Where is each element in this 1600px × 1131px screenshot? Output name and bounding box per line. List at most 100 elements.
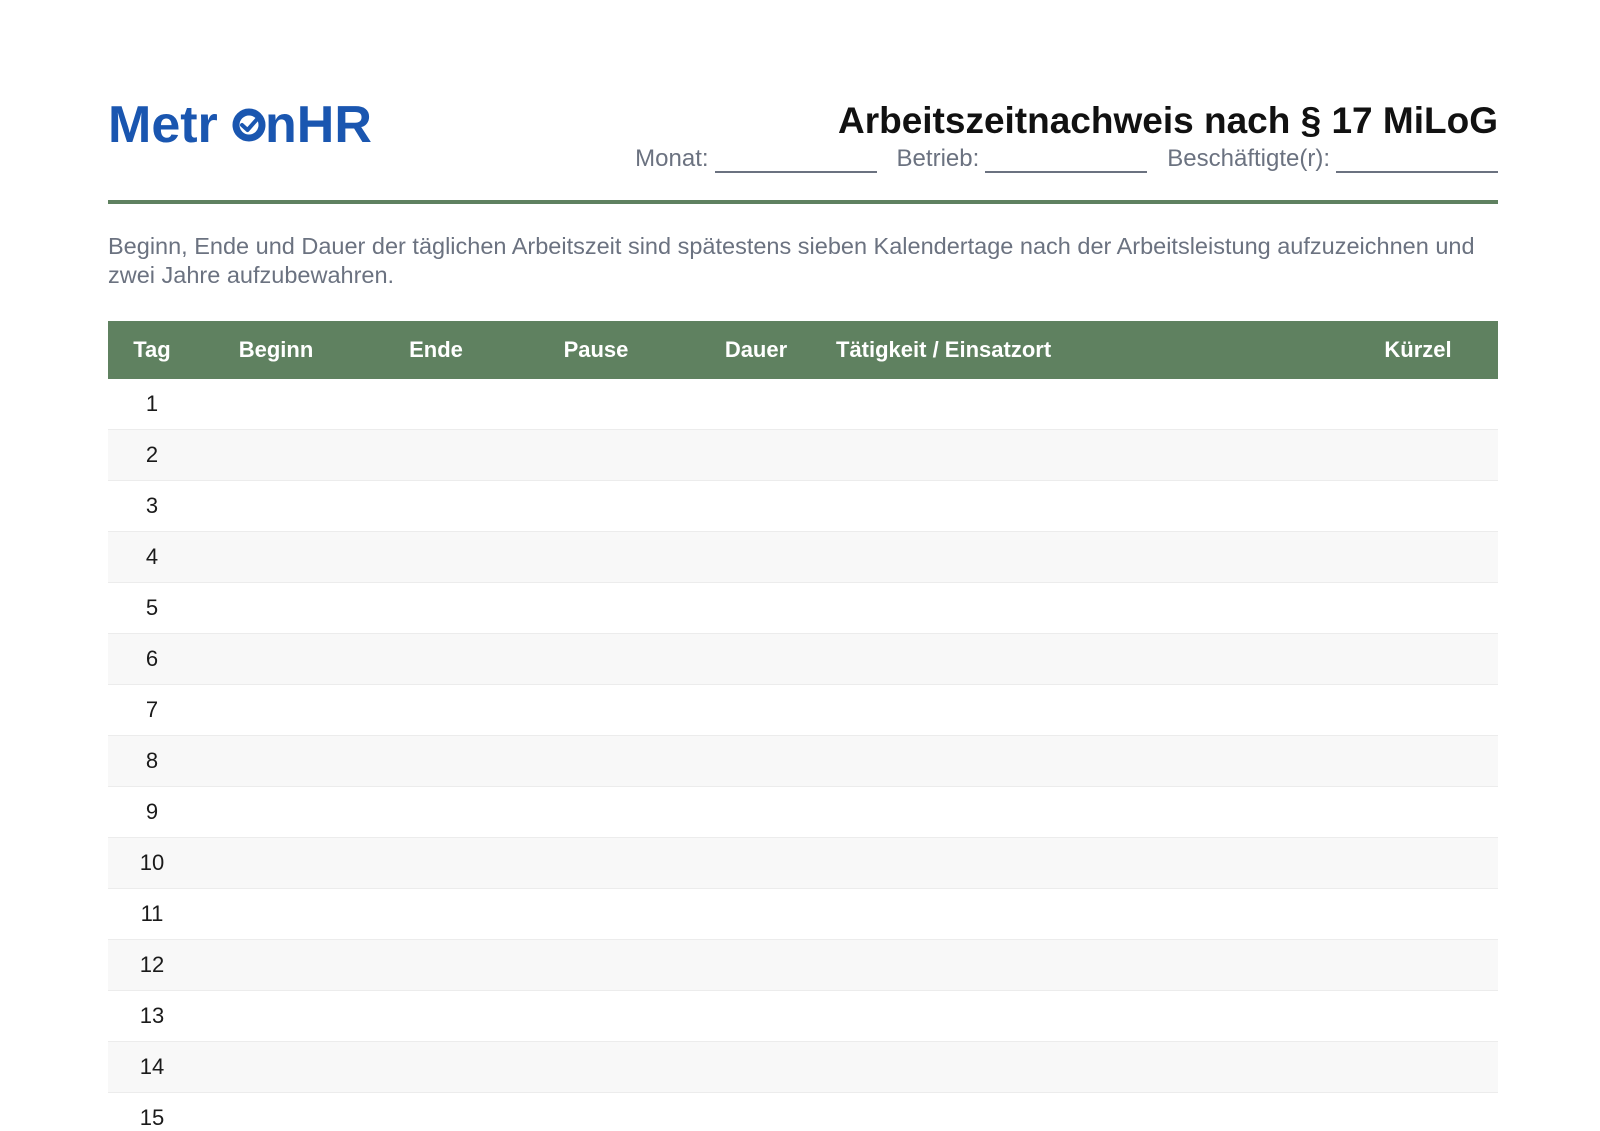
duration-cell[interactable] — [676, 583, 836, 633]
break-cell[interactable] — [516, 685, 676, 735]
break-cell[interactable] — [516, 634, 676, 684]
activity-location-cell[interactable] — [836, 787, 1338, 837]
initials-cell[interactable] — [1338, 991, 1498, 1041]
initials-cell[interactable] — [1338, 685, 1498, 735]
initials-cell[interactable] — [1338, 634, 1498, 684]
duration-cell[interactable] — [676, 838, 836, 888]
activity-location-cell[interactable] — [836, 1093, 1338, 1131]
month-label: Monat: — [635, 145, 709, 172]
clock-check-o-icon — [232, 108, 266, 142]
break-cell[interactable] — [516, 838, 676, 888]
activity-location-cell[interactable] — [836, 532, 1338, 582]
break-cell[interactable] — [516, 889, 676, 939]
activity-location-cell[interactable] — [836, 1042, 1338, 1092]
activity-location-cell[interactable] — [836, 481, 1338, 531]
end-time-cell[interactable] — [356, 838, 516, 888]
timesheet-page: Metr nHR Arbeitszeitnachweis nach § 17 M… — [108, 0, 1498, 1131]
initials-cell[interactable] — [1338, 940, 1498, 990]
break-cell[interactable] — [516, 532, 676, 582]
duration-cell[interactable] — [676, 736, 836, 786]
duration-cell[interactable] — [676, 1042, 836, 1092]
day-cell: 4 — [145, 544, 159, 569]
break-cell[interactable] — [516, 379, 676, 429]
activity-location-cell[interactable] — [836, 736, 1338, 786]
activity-location-cell[interactable] — [836, 583, 1338, 633]
start-time-cell[interactable] — [196, 889, 356, 939]
break-cell[interactable] — [516, 787, 676, 837]
duration-cell[interactable] — [676, 1093, 836, 1131]
break-cell[interactable] — [516, 481, 676, 531]
employee-field: Beschäftigte(r): — [1167, 145, 1498, 173]
start-time-cell[interactable] — [196, 379, 356, 429]
end-time-cell[interactable] — [356, 379, 516, 429]
break-cell[interactable] — [516, 736, 676, 786]
initials-cell[interactable] — [1338, 838, 1498, 888]
break-cell[interactable] — [516, 430, 676, 480]
end-time-cell[interactable] — [356, 430, 516, 480]
initials-cell[interactable] — [1338, 532, 1498, 582]
duration-cell[interactable] — [676, 940, 836, 990]
activity-location-cell[interactable] — [836, 634, 1338, 684]
break-cell[interactable] — [516, 1093, 676, 1131]
initials-cell[interactable] — [1338, 787, 1498, 837]
activity-location-cell[interactable] — [836, 379, 1338, 429]
end-time-cell[interactable] — [356, 1042, 516, 1092]
initials-cell[interactable] — [1338, 736, 1498, 786]
initials-cell[interactable] — [1338, 430, 1498, 480]
start-time-cell[interactable] — [196, 787, 356, 837]
activity-location-cell[interactable] — [836, 430, 1338, 480]
activity-location-cell[interactable] — [836, 991, 1338, 1041]
start-time-cell[interactable] — [196, 838, 356, 888]
duration-cell[interactable] — [676, 991, 836, 1041]
duration-cell[interactable] — [676, 430, 836, 480]
duration-cell[interactable] — [676, 379, 836, 429]
end-time-cell[interactable] — [356, 991, 516, 1041]
duration-cell[interactable] — [676, 481, 836, 531]
end-time-cell[interactable] — [356, 940, 516, 990]
activity-location-cell[interactable] — [836, 838, 1338, 888]
start-time-cell[interactable] — [196, 991, 356, 1041]
initials-cell[interactable] — [1338, 481, 1498, 531]
start-time-cell[interactable] — [196, 583, 356, 633]
activity-location-cell[interactable] — [836, 685, 1338, 735]
initials-cell[interactable] — [1338, 583, 1498, 633]
start-time-cell[interactable] — [196, 685, 356, 735]
start-time-cell[interactable] — [196, 634, 356, 684]
start-time-cell[interactable] — [196, 532, 356, 582]
table-header: Tag Beginn Ende Pause Dauer Tätigkeit / … — [108, 321, 1498, 379]
start-time-cell[interactable] — [196, 736, 356, 786]
duration-cell[interactable] — [676, 532, 836, 582]
break-cell[interactable] — [516, 991, 676, 1041]
employee-blank-line[interactable] — [1336, 145, 1498, 173]
end-time-cell[interactable] — [356, 583, 516, 633]
end-time-cell[interactable] — [356, 685, 516, 735]
break-cell[interactable] — [516, 583, 676, 633]
end-time-cell[interactable] — [356, 532, 516, 582]
break-cell[interactable] — [516, 940, 676, 990]
end-time-cell[interactable] — [356, 736, 516, 786]
duration-cell[interactable] — [676, 685, 836, 735]
end-time-cell[interactable] — [356, 787, 516, 837]
start-time-cell[interactable] — [196, 940, 356, 990]
duration-cell[interactable] — [676, 634, 836, 684]
end-time-cell[interactable] — [356, 634, 516, 684]
end-time-cell[interactable] — [356, 1093, 516, 1131]
start-time-cell[interactable] — [196, 481, 356, 531]
activity-location-cell[interactable] — [836, 889, 1338, 939]
initials-cell[interactable] — [1338, 889, 1498, 939]
table-body: 1 2 3 4 5 6 7 8 9 10 11 12 13 14 15 — [108, 379, 1498, 1131]
start-time-cell[interactable] — [196, 1093, 356, 1131]
end-time-cell[interactable] — [356, 481, 516, 531]
initials-cell[interactable] — [1338, 1093, 1498, 1131]
month-blank-line[interactable] — [714, 145, 877, 173]
duration-cell[interactable] — [676, 889, 836, 939]
duration-cell[interactable] — [676, 787, 836, 837]
initials-cell[interactable] — [1338, 379, 1498, 429]
start-time-cell[interactable] — [196, 1042, 356, 1092]
initials-cell[interactable] — [1338, 1042, 1498, 1092]
company-blank-line[interactable] — [985, 145, 1148, 173]
break-cell[interactable] — [516, 1042, 676, 1092]
activity-location-cell[interactable] — [836, 940, 1338, 990]
start-time-cell[interactable] — [196, 430, 356, 480]
end-time-cell[interactable] — [356, 889, 516, 939]
